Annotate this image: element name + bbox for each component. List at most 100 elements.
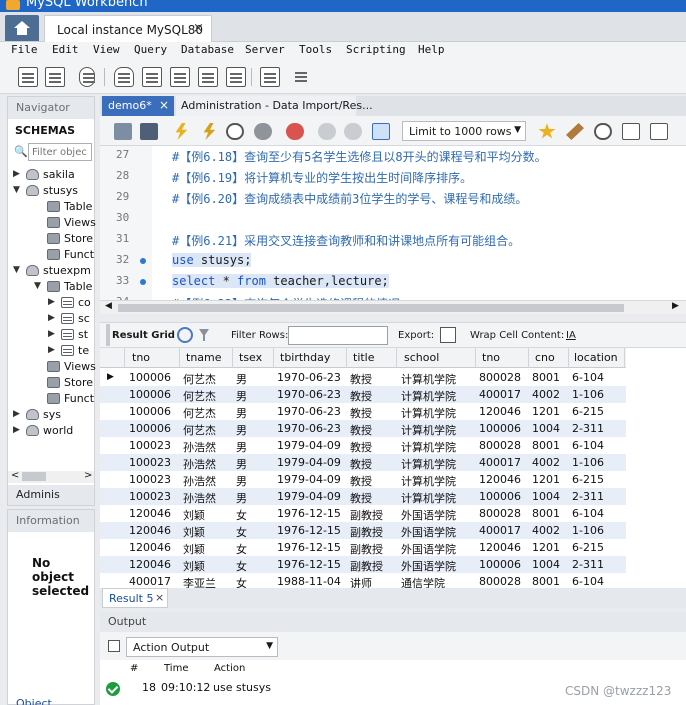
expanded-arrow-icon[interactable]: ▼ bbox=[34, 281, 41, 291]
table-cell[interactable]: 计算机学院 bbox=[401, 388, 456, 404]
tab-administration[interactable]: Administration - Data Import/Res... bbox=[176, 96, 373, 116]
code-line[interactable]: 30 bbox=[100, 209, 686, 230]
menu-help[interactable]: Help bbox=[418, 43, 445, 56]
collapsed-arrow-icon[interactable]: ▶ bbox=[48, 345, 55, 355]
code-line[interactable]: 27 #【例6.18】查询至少有5名学生选修且以8开头的课程号和平均分数。 bbox=[100, 146, 686, 167]
commit-icon[interactable] bbox=[318, 123, 336, 140]
copy-icon[interactable] bbox=[108, 640, 120, 652]
table-cell[interactable]: 男 bbox=[236, 405, 247, 421]
table-cell[interactable]: 刘颖 bbox=[183, 558, 205, 574]
autocommit-icon[interactable] bbox=[372, 123, 390, 140]
table-cell[interactable]: 计算机学院 bbox=[401, 405, 456, 421]
table-cell[interactable]: 刘颖 bbox=[183, 524, 205, 540]
table-cell[interactable]: 800028 bbox=[479, 439, 521, 452]
code-line[interactable]: 28 #【例6.19】将计算机专业的学生按出生时间降序排序。 bbox=[100, 167, 686, 188]
table-row[interactable]: 100006 何艺杰 男 1970-06-23 教授 计算机学院 100006 1004 2-3… bbox=[100, 420, 626, 437]
table-cell[interactable]: 副教授 bbox=[350, 541, 383, 557]
column-header[interactable]: tsex bbox=[239, 351, 262, 364]
table-cell[interactable]: 800028 bbox=[479, 371, 521, 384]
table-cell[interactable]: 1979-04-09 bbox=[277, 473, 341, 486]
explain-icon[interactable] bbox=[226, 123, 244, 140]
table-cell[interactable]: 6-215 bbox=[572, 405, 604, 418]
table-row[interactable]: 100006 何艺杰 男 1970-06-23 教授 计算机学院 120046 1201 6-2… bbox=[100, 403, 626, 420]
table-cell[interactable]: 何艺杰 bbox=[183, 388, 216, 404]
scroll-thumb[interactable] bbox=[22, 472, 46, 481]
tab-demo6[interactable]: demo6* × bbox=[102, 96, 174, 116]
menu-database[interactable]: Database bbox=[181, 43, 234, 56]
rollback-icon[interactable] bbox=[344, 123, 362, 140]
table-cell[interactable]: 2-311 bbox=[572, 422, 604, 435]
collapsed-arrow-icon[interactable]: ▶ bbox=[13, 169, 20, 179]
table-row[interactable]: ▶ 100006 何艺杰 男 1970-06-23 教授 计算机学院 800028 8001 6-… bbox=[100, 369, 626, 386]
table-cell[interactable]: 8001 bbox=[532, 439, 560, 452]
table-cell[interactable]: 计算机学院 bbox=[401, 473, 456, 489]
table-cell[interactable]: 1201 bbox=[532, 405, 560, 418]
navigator-scrollbar[interactable]: < > bbox=[8, 470, 94, 483]
table-cell[interactable]: 6-104 bbox=[572, 371, 604, 384]
schema-filter-input[interactable] bbox=[28, 143, 92, 161]
search-table-data-icon[interactable] bbox=[260, 67, 280, 87]
table-cell[interactable]: 1-106 bbox=[572, 388, 604, 401]
add-snippet-icon[interactable] bbox=[538, 123, 556, 139]
table-cell[interactable]: 100006 bbox=[129, 405, 171, 418]
column-header[interactable]: tno bbox=[482, 351, 500, 364]
create-schema-icon[interactable] bbox=[114, 67, 134, 87]
table-cell[interactable]: 副教授 bbox=[350, 507, 383, 523]
table-cell[interactable]: 男 bbox=[236, 388, 247, 404]
column-header[interactable]: cno bbox=[535, 351, 555, 364]
table-cell[interactable]: 计算机学院 bbox=[401, 439, 456, 455]
open-sql-script-icon[interactable] bbox=[45, 67, 65, 87]
table-cell[interactable]: 1970-06-23 bbox=[277, 388, 341, 401]
table-cell[interactable]: 男 bbox=[236, 439, 247, 455]
table-cell[interactable]: 男 bbox=[236, 456, 247, 472]
table-cell[interactable]: 刘颖 bbox=[183, 507, 205, 523]
tab-result-5[interactable]: Result 5 × bbox=[102, 588, 168, 608]
inspector-icon[interactable] bbox=[79, 67, 95, 87]
table-cell[interactable]: 外国语学院 bbox=[401, 558, 456, 574]
table-cell[interactable]: 女 bbox=[236, 524, 247, 540]
table-cell[interactable]: 教授 bbox=[350, 405, 372, 421]
table-cell[interactable]: 教授 bbox=[350, 388, 372, 404]
code-line[interactable]: 32 use stusys; bbox=[100, 251, 686, 272]
table-cell[interactable]: 120046 bbox=[129, 524, 171, 537]
administration-tab[interactable]: Adminis bbox=[8, 485, 94, 505]
table-cell[interactable]: 6-104 bbox=[572, 575, 604, 588]
table-cell[interactable]: 女 bbox=[236, 541, 247, 557]
table-cell[interactable]: 100023 bbox=[129, 490, 171, 503]
toggle-error-icon[interactable] bbox=[286, 123, 304, 140]
expanded-arrow-icon[interactable]: ▼ bbox=[13, 185, 20, 195]
table-cell[interactable]: 教授 bbox=[350, 422, 372, 438]
code-line[interactable]: 31 #【例6.21】采用交叉连接查询教师和和讲课地点所有可能组合。 bbox=[100, 230, 686, 251]
open-file-icon[interactable] bbox=[114, 123, 132, 140]
table-cell[interactable]: 孙浩然 bbox=[183, 456, 216, 472]
table-cell[interactable]: 1004 bbox=[532, 490, 560, 503]
table-cell[interactable]: 100023 bbox=[129, 473, 171, 486]
table-cell[interactable]: 孙浩然 bbox=[183, 490, 216, 506]
table-cell[interactable]: 计算机学院 bbox=[401, 456, 456, 472]
table-row[interactable]: 100023 孙浩然 男 1979-04-09 教授 计算机学院 400017 4002 1-1… bbox=[100, 454, 626, 471]
table-cell[interactable]: 副教授 bbox=[350, 524, 383, 540]
table-cell[interactable]: 120046 bbox=[129, 558, 171, 571]
table-row[interactable]: 100023 孙浩然 男 1979-04-09 教授 计算机学院 120046 1201 6-2… bbox=[100, 471, 626, 488]
collapsed-arrow-icon[interactable]: ▶ bbox=[48, 329, 55, 339]
tab-local-instance[interactable]: Local instance MySQL80 × bbox=[44, 15, 212, 42]
save-icon[interactable] bbox=[140, 123, 158, 140]
table-cell[interactable]: 2-311 bbox=[572, 558, 604, 571]
table-cell[interactable]: 400017 bbox=[479, 524, 521, 537]
home-tab[interactable] bbox=[5, 15, 39, 41]
table-cell[interactable]: 100006 bbox=[129, 388, 171, 401]
menu-tools[interactable]: Tools bbox=[299, 43, 332, 56]
table-cell[interactable]: 1976-12-15 bbox=[277, 541, 341, 554]
table-cell[interactable]: 1976-12-15 bbox=[277, 524, 341, 537]
table-cell[interactable]: 1976-12-15 bbox=[277, 558, 341, 571]
table-cell[interactable]: 1976-12-15 bbox=[277, 507, 341, 520]
table-cell[interactable]: 孙浩然 bbox=[183, 473, 216, 489]
table-cell[interactable]: 1979-04-09 bbox=[277, 456, 341, 469]
table-cell[interactable]: 100006 bbox=[479, 490, 521, 503]
execute-icon[interactable] bbox=[175, 123, 188, 140]
object-info-tab[interactable]: Object bbox=[16, 697, 52, 705]
table-cell[interactable]: 1004 bbox=[532, 422, 560, 435]
column-header[interactable]: tbirthday bbox=[280, 351, 330, 364]
table-cell[interactable]: 6-104 bbox=[572, 507, 604, 520]
table-cell[interactable]: 计算机学院 bbox=[401, 371, 456, 387]
